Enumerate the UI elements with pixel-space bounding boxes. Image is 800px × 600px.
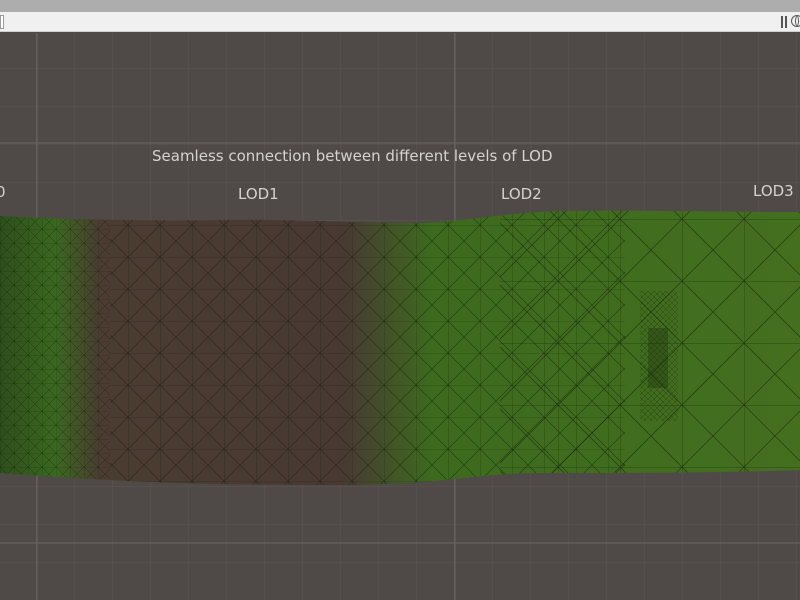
lod0-label: 0: [0, 183, 6, 201]
window-title-bar: [0, 0, 800, 12]
lod3-label: LOD3: [753, 182, 794, 200]
scene-title: Seamless connection between different le…: [152, 147, 553, 165]
scene-viewport[interactable]: Seamless connection between different le…: [0, 33, 800, 600]
lod2-label: LOD2: [501, 185, 542, 203]
terrain-mesh: [0, 210, 800, 485]
lod1-label: LOD1: [238, 185, 279, 203]
lod0-mesh: [0, 210, 110, 485]
lod1-mesh: [110, 210, 410, 485]
globe-icon[interactable]: [791, 15, 800, 27]
pause-icon[interactable]: [781, 16, 787, 28]
toolbar-search-field[interactable]: [0, 15, 4, 29]
scene-toolbar: [0, 12, 800, 32]
scene-canvas: [0, 33, 800, 600]
